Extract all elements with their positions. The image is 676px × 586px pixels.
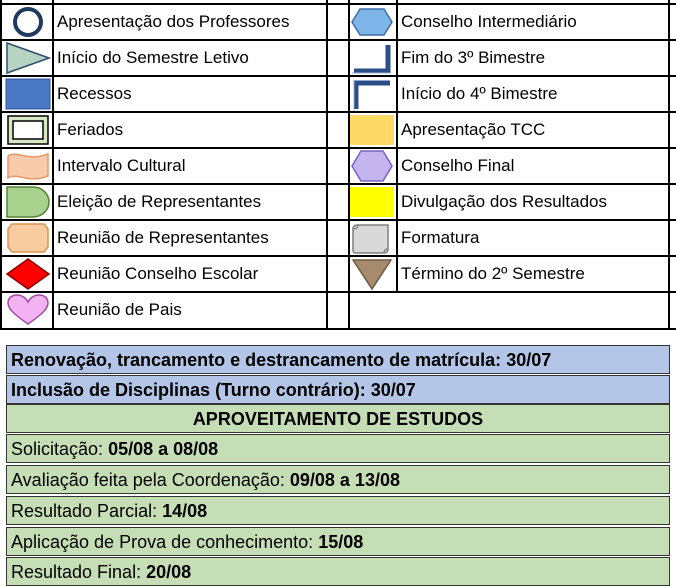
legend-row: Início do Semestre Letivo Fim do 3º Bime…	[0, 40, 676, 76]
aproveitamento-title: APROVEITAMENTO DE ESTUDOS	[6, 404, 670, 433]
inclusao-date: 30/07	[370, 380, 416, 400]
grid-line	[0, 255, 676, 257]
d-shape-icon	[4, 184, 52, 220]
triangle-right-icon	[4, 40, 52, 76]
circle-outline-icon	[4, 4, 52, 40]
legend-row: Reunião Conselho Escolar Término do 2º S…	[0, 256, 676, 292]
legend-label: Intervalo Cultural	[57, 156, 186, 175]
yellow-orange-box-icon	[348, 112, 396, 148]
item-date: 20/08	[146, 562, 192, 582]
prova-row: Aplicação de Prova de conhecimento: 15/0…	[6, 527, 670, 556]
legend-table: Apresentação dos Professores Conselho In…	[0, 0, 676, 332]
purple-hexagon-icon	[348, 148, 396, 184]
grid-line	[0, 39, 676, 41]
grid-line	[668, 0, 670, 330]
grid-line	[0, 3, 676, 5]
legend-row: Eleição de Representantes Divulgação dos…	[0, 184, 676, 220]
inclusao-row: Inclusão de Disciplinas (Turno contrário…	[6, 375, 670, 404]
item-date: 15/08	[318, 532, 364, 552]
legend-label: Apresentação dos Professores	[57, 12, 290, 31]
legend-label: Recessos	[57, 84, 132, 103]
legend-label: Formatura	[401, 228, 480, 247]
legend-row: Feriados Apresentação TCC	[0, 112, 676, 148]
grid-line	[52, 0, 54, 330]
bottom-right-corner-icon	[348, 40, 396, 76]
hexagon-icon	[348, 4, 396, 40]
legend-label: Início do 4º Bimestre	[401, 84, 558, 103]
legend-label: Conselho Final	[401, 156, 515, 175]
yellow-box-icon	[348, 184, 396, 220]
red-diamond-icon	[4, 256, 52, 292]
grid-line	[0, 183, 676, 185]
renovacao-label: Renovação, trancamento e destrancamento …	[11, 350, 502, 370]
renovacao-row: Renovação, trancamento e destrancamento …	[6, 345, 670, 374]
scroll-icon	[348, 220, 396, 256]
inclusao-label: Inclusão de Disciplinas (Turno contrário…	[11, 380, 366, 400]
item-label: Resultado Parcial:	[11, 501, 158, 521]
renovacao-date: 30/07	[506, 350, 552, 370]
legend-label: Feriados	[57, 120, 124, 139]
item-date: 05/08 a 08/08	[108, 439, 219, 459]
legend-row: Reunião de Pais	[0, 292, 676, 328]
grid-line	[348, 0, 350, 330]
legend-label: Reunião de Pais	[57, 300, 182, 319]
item-label: Avaliação feita pela Coordenação:	[11, 470, 285, 490]
item-date: 09/08 a 13/08	[289, 470, 400, 490]
grid-line	[0, 147, 676, 149]
item-date: 14/08	[162, 501, 208, 521]
resultado-final-row: Resultado Final: 20/08	[6, 557, 670, 586]
grid-line	[0, 219, 676, 221]
legend-label: Eleição de Representantes	[57, 192, 262, 211]
grid-line	[348, 292, 676, 293]
legend-row: Recessos Início do 4º Bimestre	[0, 76, 676, 112]
legend-label: Divulgação dos Resultados	[401, 192, 608, 211]
item-label: Aplicação de Prova de conhecimento:	[11, 532, 314, 552]
resultado-parcial-row: Resultado Parcial: 14/08	[6, 496, 670, 525]
octagon-icon	[4, 220, 52, 256]
legend-label: Conselho Intermediário	[401, 12, 577, 31]
grid-line	[326, 0, 328, 330]
heart-icon	[4, 292, 52, 328]
grid-line	[0, 111, 676, 113]
grid-line	[0, 328, 676, 330]
grid-line	[0, 0, 2, 330]
wave-flag-icon	[4, 148, 52, 184]
legend-label: Término do 2º Semestre	[401, 264, 585, 283]
legend-row: Reunião de Representantes Formatura	[0, 220, 676, 256]
legend-row: Apresentação dos Professores Conselho In…	[0, 4, 676, 40]
top-left-corner-icon	[348, 76, 396, 112]
legend-label: Fim do 3º Bimestre	[401, 48, 546, 67]
grid-line	[0, 75, 676, 77]
legend-label: Início do Semestre Letivo	[57, 48, 249, 67]
inverted-triangle-icon	[348, 256, 396, 292]
legend-row: Intervalo Cultural Conselho Final	[0, 148, 676, 184]
grid-line	[396, 0, 398, 292]
solicitacao-row: Solicitação: 05/08 a 08/08	[6, 434, 670, 463]
legend-label: Reunião de Representantes	[57, 228, 269, 247]
blue-rectangle-icon	[4, 76, 52, 112]
legend-label: Apresentação TCC	[401, 120, 546, 139]
item-label: Solicitação:	[11, 439, 104, 459]
double-border-box-icon	[4, 112, 52, 148]
legend-label: Reunião Conselho Escolar	[57, 264, 259, 283]
item-label: Resultado Final:	[11, 562, 142, 582]
avaliacao-row: Avaliação feita pela Coordenação: 09/08 …	[6, 465, 670, 494]
